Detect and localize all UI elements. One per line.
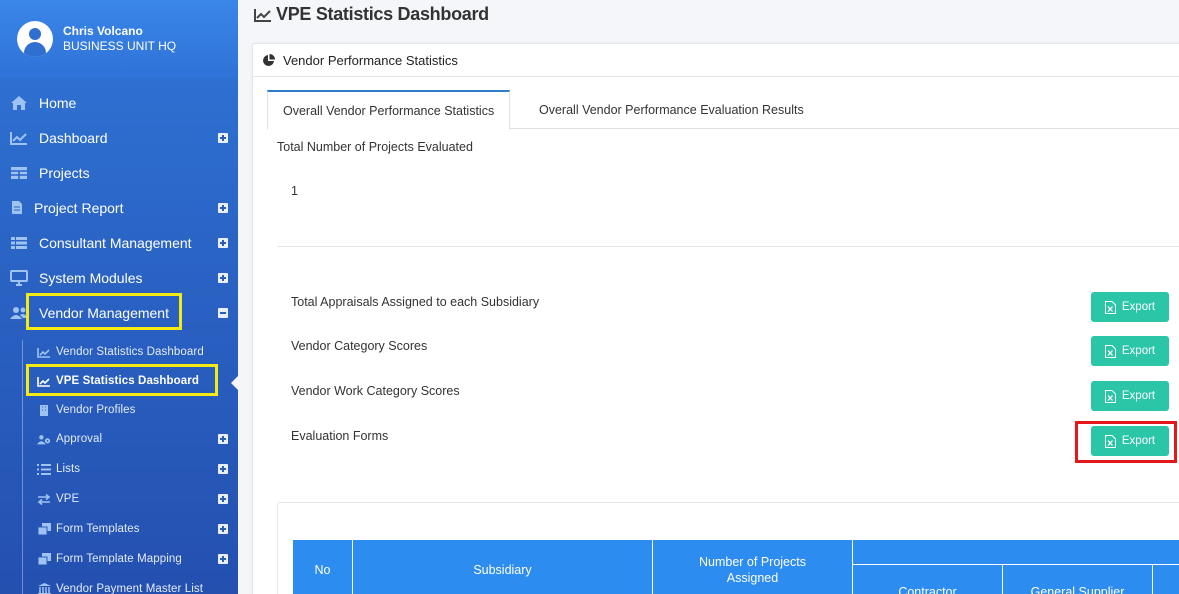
total-projects-value: 1: [291, 184, 298, 198]
highlight-vendor-management: [26, 293, 182, 330]
nav-item-home[interactable]: Home: [0, 85, 238, 120]
expand-icon[interactable]: [218, 494, 228, 504]
expand-icon[interactable]: [218, 524, 228, 534]
vendor-performance-card: Vendor Performance Statistics Overall Ve…: [252, 43, 1179, 594]
tab-overall-vendor-performance-evaluation-results[interactable]: Overall Vendor Performance Evaluation Re…: [524, 90, 819, 129]
table-header-cell: Contractor: [853, 565, 1003, 594]
clone-icon: [37, 523, 51, 535]
nav-label: Projects: [39, 164, 90, 181]
avatar: [17, 21, 53, 57]
card-header: Vendor Performance Statistics: [253, 44, 1179, 77]
appraisals-table: No Subsidiary Number of Projects Assigne…: [277, 502, 1179, 594]
subnav-label: Vendor Payment Master List: [56, 583, 204, 594]
subnav-item-vendor-profiles[interactable]: Vendor Profiles: [0, 396, 238, 424]
page-title: VPE Statistics Dashboard: [254, 4, 489, 25]
subnav-item-approval[interactable]: Approval: [0, 425, 238, 453]
table-header: No Subsidiary Number of Projects Assigne…: [293, 540, 1179, 594]
exchange-icon: [37, 493, 51, 505]
subnav-item-form-template-mapping[interactable]: Form Template Mapping: [0, 545, 238, 573]
chart-line-icon: [10, 130, 28, 146]
file-icon: [8, 200, 26, 216]
excel-file-icon: [1104, 389, 1116, 403]
tab-overall-vendor-performance-statistics[interactable]: Overall Vendor Performance Statistics: [267, 90, 511, 130]
report-label: Vendor Work Category Scores: [291, 384, 460, 398]
subnav-label: Lists: [56, 463, 81, 475]
nav-item-consultant-management[interactable]: Consultant Management: [0, 225, 238, 260]
collapse-icon[interactable]: [218, 307, 228, 318]
nav-item-projects[interactable]: Projects: [0, 155, 238, 190]
subnav-item-vendor-statistics-dashboard[interactable]: Vendor Statistics Dashboard: [0, 338, 238, 366]
subnav-label: Approval: [56, 433, 103, 445]
highlight-evaluation-forms-export: [1075, 421, 1177, 463]
clone-icon: [37, 553, 51, 565]
excel-file-icon: [1104, 344, 1116, 358]
expand-icon[interactable]: [218, 202, 228, 213]
highlight-vpe-statistics-dashboard: [26, 364, 218, 396]
expand-icon[interactable]: [218, 554, 228, 564]
table-header-cell: Number of Projects Assigned: [653, 540, 853, 594]
building-icon: [37, 404, 51, 416]
expand-icon[interactable]: [218, 434, 228, 444]
export-button[interactable]: Export: [1091, 292, 1169, 322]
excel-file-icon: [1104, 300, 1116, 314]
divider: [277, 246, 1179, 247]
desktop-icon: [10, 269, 28, 286]
subnav-label: Form Template Mapping: [56, 553, 182, 565]
table-icon: [10, 165, 28, 181]
nav-label: Consultant Management: [39, 234, 192, 251]
nav-item-system-modules[interactable]: System Modules: [0, 260, 238, 295]
list-icon: [37, 463, 51, 475]
subnav-label: VPE: [56, 493, 80, 505]
bank-icon: [37, 583, 51, 594]
card-title: Vendor Performance Statistics: [283, 52, 458, 68]
tab-bar: Overall Vendor Performance Statistics Ov…: [267, 90, 1179, 130]
pie-chart-icon: [263, 53, 275, 66]
table-header-cell: No: [293, 540, 353, 594]
export-label: Export: [1121, 301, 1156, 313]
report-label: Vendor Category Scores: [291, 339, 428, 353]
total-projects-label: Total Number of Projects Evaluated: [277, 140, 473, 154]
export-button[interactable]: Export: [1091, 336, 1169, 366]
nav-item-dashboard[interactable]: Dashboard: [0, 120, 238, 155]
nav-label: Project Report: [34, 199, 124, 216]
export-label: Export: [1121, 345, 1156, 357]
sidebar: Chris Volcano BUSINESS UNIT HQ Home Dash…: [0, 0, 238, 594]
subnav-item-vendor-payment-master-list[interactable]: Vendor Payment Master List: [0, 575, 238, 594]
home-icon: [10, 95, 28, 111]
subnav-label: Vendor Statistics Dashboard: [56, 346, 204, 358]
report-label: Total Appraisals Assigned to each Subsid…: [291, 295, 540, 309]
user-unit: BUSINESS UNIT HQ: [63, 39, 177, 53]
chart-line-icon: [254, 8, 271, 22]
subnav-item-lists[interactable]: Lists: [0, 455, 238, 483]
page-title-text: VPE Statistics Dashboard: [276, 4, 489, 24]
tab-label: Overall Vendor Performance Statistics: [283, 103, 495, 118]
report-label: Evaluation Forms: [291, 429, 389, 443]
active-indicator: [231, 376, 238, 390]
table-header-group: [853, 540, 1179, 565]
nav-label: Dashboard: [39, 129, 108, 146]
nav-item-project-report[interactable]: Project Report: [0, 190, 238, 225]
export-label: Export: [1121, 390, 1156, 402]
expand-icon[interactable]: [218, 272, 228, 283]
chart-line-icon: [37, 346, 51, 358]
table-header-cell: Subsidiary: [353, 540, 653, 594]
users-cog-icon: [37, 433, 51, 445]
expand-icon[interactable]: [218, 237, 228, 248]
subnav-label: Vendor Profiles: [56, 404, 136, 416]
user-panel[interactable]: Chris Volcano BUSINESS UNIT HQ: [0, 0, 238, 78]
subnav-item-vpe[interactable]: VPE: [0, 485, 238, 513]
user-name: Chris Volcano: [63, 24, 143, 38]
subnav-label: Form Templates: [56, 523, 140, 535]
table-header-cell: General Supplier: [1003, 565, 1153, 594]
nav-label: System Modules: [39, 269, 143, 286]
tab-label: Overall Vendor Performance Evaluation Re…: [539, 102, 804, 117]
list-icon: [10, 235, 28, 251]
expand-icon[interactable]: [218, 464, 228, 474]
export-button[interactable]: Export: [1091, 381, 1169, 411]
subnav-item-form-templates[interactable]: Form Templates: [0, 515, 238, 543]
nav-label: Home: [39, 94, 77, 111]
expand-icon[interactable]: [218, 132, 228, 143]
